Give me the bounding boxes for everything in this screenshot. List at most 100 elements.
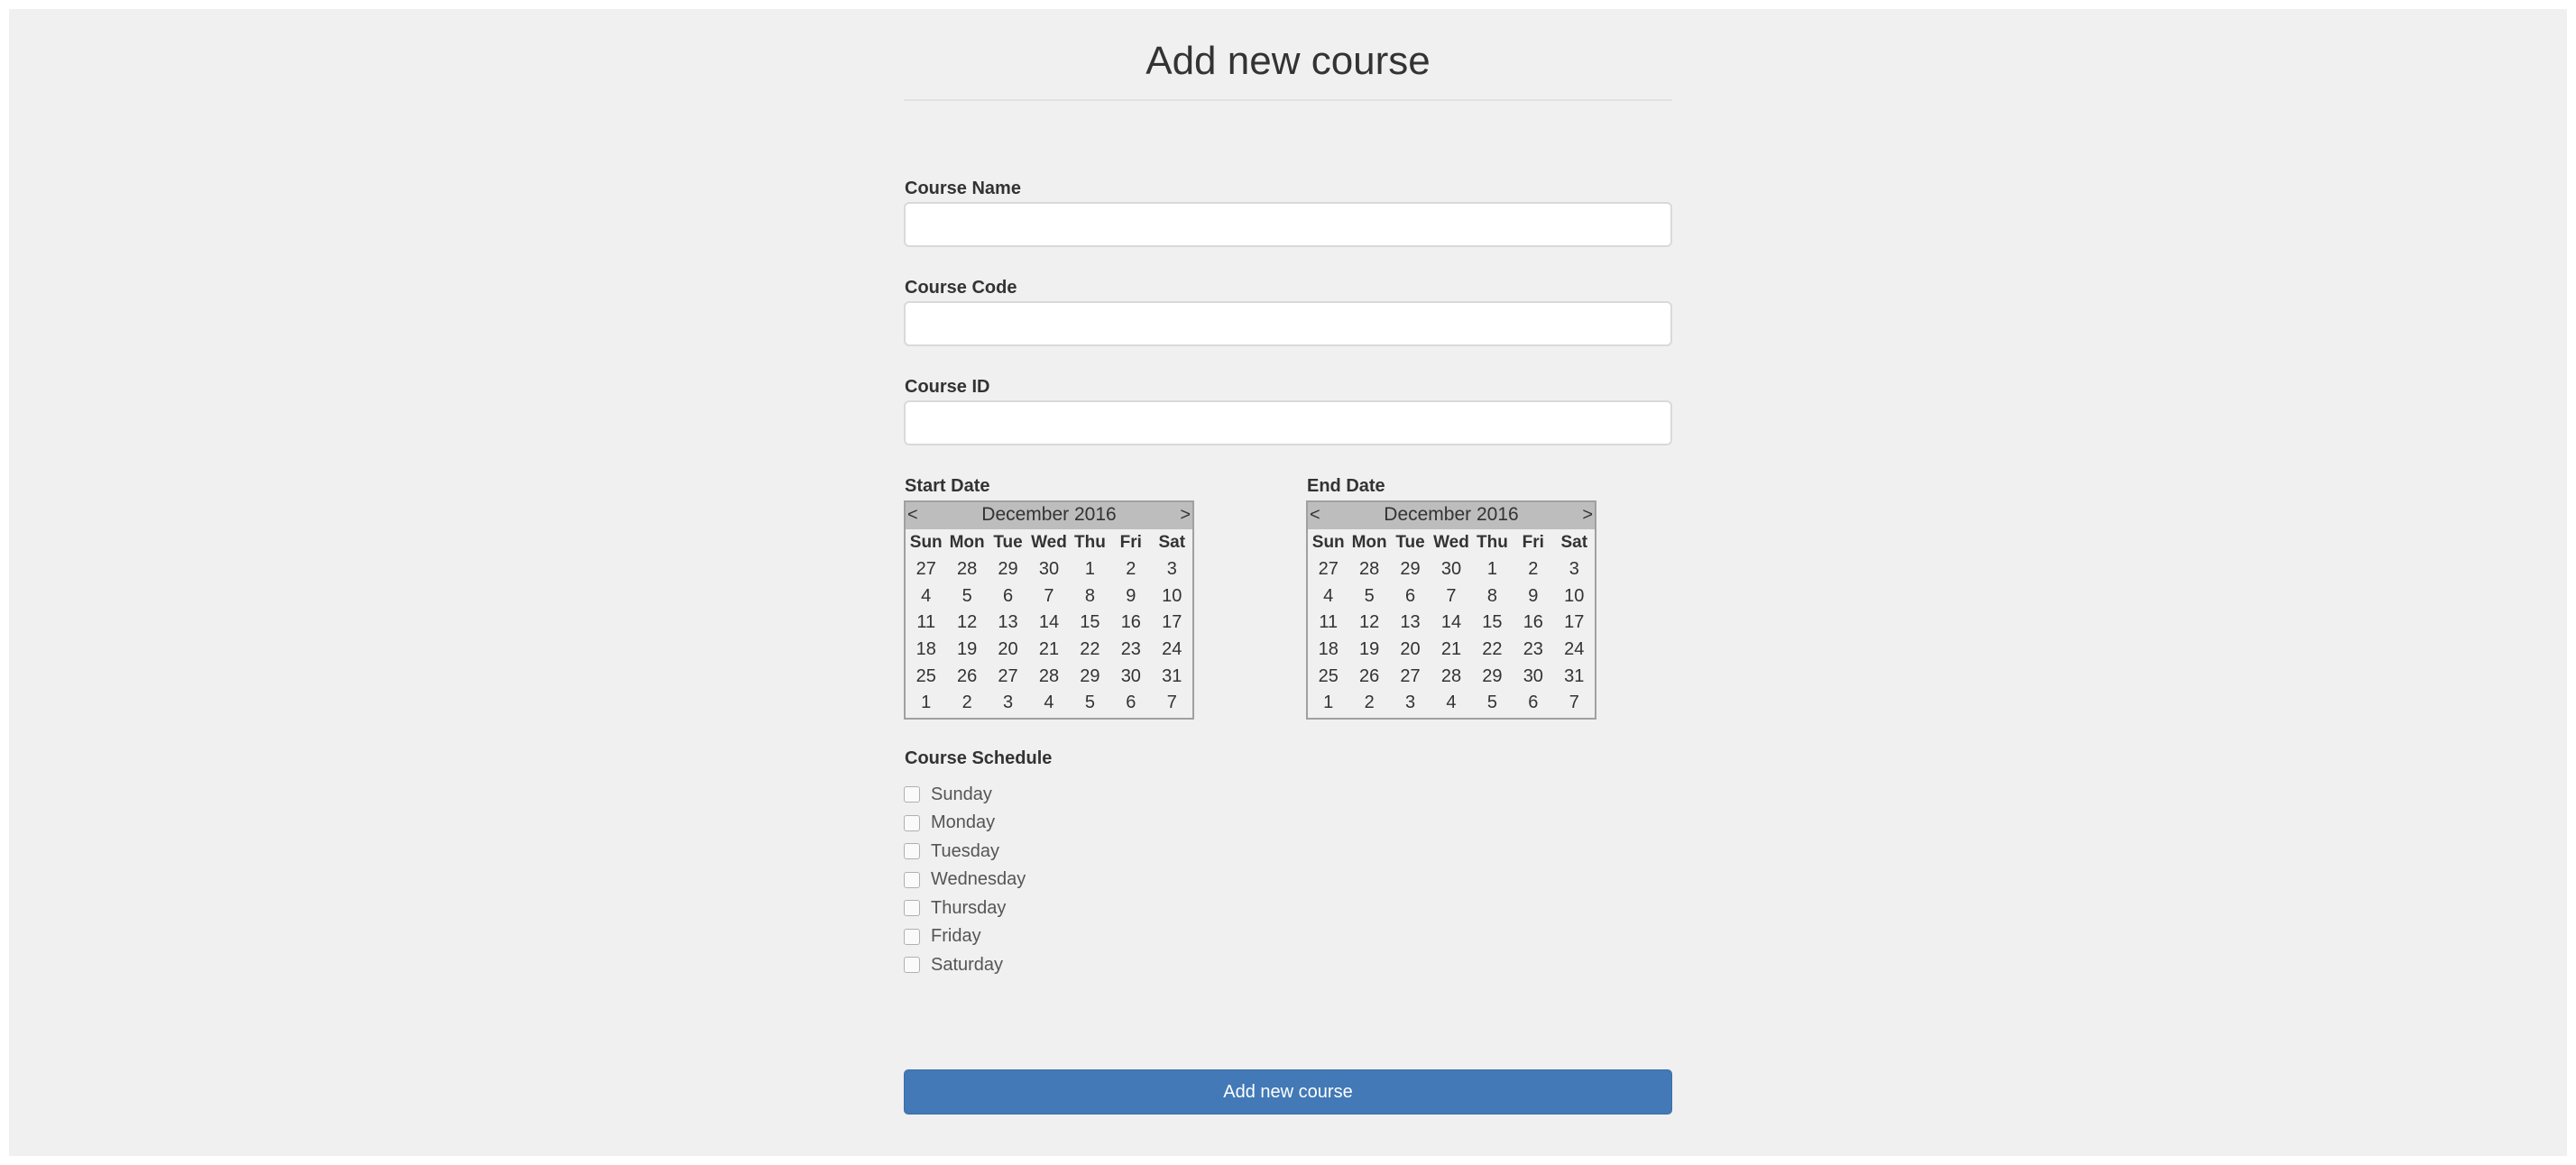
calendar-day[interactable]: 17 bbox=[1152, 610, 1192, 637]
calendar-day[interactable]: 26 bbox=[946, 663, 987, 690]
calendar-day[interactable]: 28 bbox=[946, 556, 987, 583]
calendar-day[interactable]: 26 bbox=[1348, 663, 1389, 690]
calendar-day[interactable]: 7 bbox=[1431, 582, 1471, 610]
calendar-day[interactable]: 3 bbox=[1152, 556, 1192, 583]
calendar-day[interactable]: 7 bbox=[1554, 690, 1595, 717]
calendar-day[interactable]: 6 bbox=[1390, 582, 1431, 610]
calendar-day[interactable]: 30 bbox=[1110, 663, 1151, 690]
calendar-next-button[interactable]: > bbox=[1180, 505, 1191, 525]
calendar-day[interactable]: 19 bbox=[1348, 637, 1389, 664]
calendar-day[interactable]: 4 bbox=[1028, 690, 1069, 717]
calendar-day[interactable]: 27 bbox=[1308, 556, 1348, 583]
calendar-day[interactable]: 29 bbox=[988, 556, 1028, 583]
calendar-day[interactable]: 23 bbox=[1110, 637, 1151, 664]
calendar-day[interactable]: 21 bbox=[1028, 637, 1069, 664]
calendar-day[interactable]: 11 bbox=[906, 610, 946, 637]
calendar-day[interactable]: 15 bbox=[1070, 610, 1110, 637]
schedule-day-monday[interactable]: Monday bbox=[904, 812, 995, 835]
calendar-day[interactable]: 28 bbox=[1348, 556, 1389, 583]
calendar-day[interactable]: 2 bbox=[1348, 690, 1389, 717]
schedule-day-thursday[interactable]: Thursday bbox=[904, 896, 1006, 920]
calendar-day[interactable]: 4 bbox=[1431, 690, 1471, 717]
calendar-day[interactable]: 29 bbox=[1472, 663, 1513, 690]
calendar-day[interactable]: 31 bbox=[1554, 663, 1595, 690]
calendar-day[interactable]: 6 bbox=[1513, 690, 1553, 717]
calendar-day[interactable]: 3 bbox=[1390, 690, 1431, 717]
calendar-day[interactable]: 27 bbox=[1390, 663, 1431, 690]
calendar-day[interactable]: 3 bbox=[988, 690, 1028, 717]
checkbox[interactable] bbox=[904, 928, 920, 945]
calendar-day[interactable]: 28 bbox=[1028, 663, 1069, 690]
calendar-day[interactable]: 5 bbox=[1472, 690, 1513, 717]
calendar-day[interactable]: 7 bbox=[1028, 582, 1069, 610]
calendar-prev-button[interactable]: < bbox=[1310, 505, 1320, 525]
calendar-day[interactable]: 12 bbox=[946, 610, 987, 637]
calendar-day[interactable]: 24 bbox=[1554, 637, 1595, 664]
calendar-day[interactable]: 10 bbox=[1554, 582, 1595, 610]
calendar-day[interactable]: 8 bbox=[1472, 582, 1513, 610]
calendar-day[interactable]: 18 bbox=[1308, 637, 1348, 664]
calendar-day[interactable]: 14 bbox=[1028, 610, 1069, 637]
calendar-day[interactable]: 30 bbox=[1513, 663, 1553, 690]
calendar-day[interactable]: 28 bbox=[1431, 663, 1471, 690]
schedule-day-wednesday[interactable]: Wednesday bbox=[904, 868, 1026, 892]
calendar-day[interactable]: 20 bbox=[988, 637, 1028, 664]
calendar-day[interactable]: 6 bbox=[1110, 690, 1151, 717]
calendar-day[interactable]: 5 bbox=[1070, 690, 1110, 717]
calendar-day[interactable]: 2 bbox=[946, 690, 987, 717]
checkbox[interactable] bbox=[904, 814, 920, 831]
calendar-day[interactable]: 22 bbox=[1070, 637, 1110, 664]
calendar-day[interactable]: 27 bbox=[988, 663, 1028, 690]
checkbox[interactable] bbox=[904, 786, 920, 803]
calendar-day[interactable]: 1 bbox=[1472, 556, 1513, 583]
calendar-day[interactable]: 30 bbox=[1028, 556, 1069, 583]
calendar-day[interactable]: 21 bbox=[1431, 637, 1471, 664]
calendar-day[interactable]: 29 bbox=[1070, 663, 1110, 690]
calendar-day[interactable]: 25 bbox=[1308, 663, 1348, 690]
checkbox[interactable] bbox=[904, 900, 920, 916]
calendar-day[interactable]: 11 bbox=[1308, 610, 1348, 637]
calendar-day[interactable]: 31 bbox=[1152, 663, 1192, 690]
calendar-day[interactable]: 16 bbox=[1110, 610, 1151, 637]
calendar-day[interactable]: 12 bbox=[1348, 610, 1389, 637]
course-id-input[interactable] bbox=[904, 400, 1672, 445]
calendar-day[interactable]: 10 bbox=[1152, 582, 1192, 610]
calendar-day[interactable]: 6 bbox=[988, 582, 1028, 610]
course-code-input[interactable] bbox=[904, 301, 1672, 346]
calendar-day[interactable]: 19 bbox=[946, 637, 987, 664]
calendar-day[interactable]: 18 bbox=[906, 637, 946, 664]
calendar-day[interactable]: 3 bbox=[1554, 556, 1595, 583]
calendar-next-button[interactable]: > bbox=[1582, 505, 1593, 525]
calendar-day[interactable]: 4 bbox=[906, 582, 946, 610]
calendar-day[interactable]: 2 bbox=[1513, 556, 1553, 583]
calendar-day[interactable]: 8 bbox=[1070, 582, 1110, 610]
add-course-button[interactable]: Add new course bbox=[904, 1069, 1672, 1115]
schedule-day-friday[interactable]: Friday bbox=[904, 925, 981, 949]
calendar-day[interactable]: 1 bbox=[906, 690, 946, 717]
schedule-day-sunday[interactable]: Sunday bbox=[904, 783, 992, 806]
calendar-day[interactable]: 24 bbox=[1152, 637, 1192, 664]
calendar-day[interactable]: 13 bbox=[988, 610, 1028, 637]
calendar-day[interactable]: 5 bbox=[946, 582, 987, 610]
calendar-day[interactable]: 2 bbox=[1110, 556, 1151, 583]
calendar-day[interactable]: 23 bbox=[1513, 637, 1553, 664]
calendar-day[interactable]: 5 bbox=[1348, 582, 1389, 610]
calendar-day[interactable]: 25 bbox=[906, 663, 946, 690]
calendar-day[interactable]: 4 bbox=[1308, 582, 1348, 610]
calendar-day[interactable]: 17 bbox=[1554, 610, 1595, 637]
checkbox[interactable] bbox=[904, 871, 920, 888]
calendar-day[interactable]: 27 bbox=[906, 556, 946, 583]
calendar-day[interactable]: 30 bbox=[1431, 556, 1471, 583]
calendar-day[interactable]: 16 bbox=[1513, 610, 1553, 637]
course-name-input[interactable] bbox=[904, 202, 1672, 247]
calendar-day[interactable]: 14 bbox=[1431, 610, 1471, 637]
checkbox[interactable] bbox=[904, 957, 920, 973]
calendar-day[interactable]: 13 bbox=[1390, 610, 1431, 637]
calendar-day[interactable]: 29 bbox=[1390, 556, 1431, 583]
calendar-prev-button[interactable]: < bbox=[907, 505, 918, 525]
calendar-day[interactable]: 9 bbox=[1110, 582, 1151, 610]
calendar-day[interactable]: 1 bbox=[1308, 690, 1348, 717]
calendar-day[interactable]: 9 bbox=[1513, 582, 1553, 610]
calendar-day[interactable]: 20 bbox=[1390, 637, 1431, 664]
calendar-day[interactable]: 22 bbox=[1472, 637, 1513, 664]
